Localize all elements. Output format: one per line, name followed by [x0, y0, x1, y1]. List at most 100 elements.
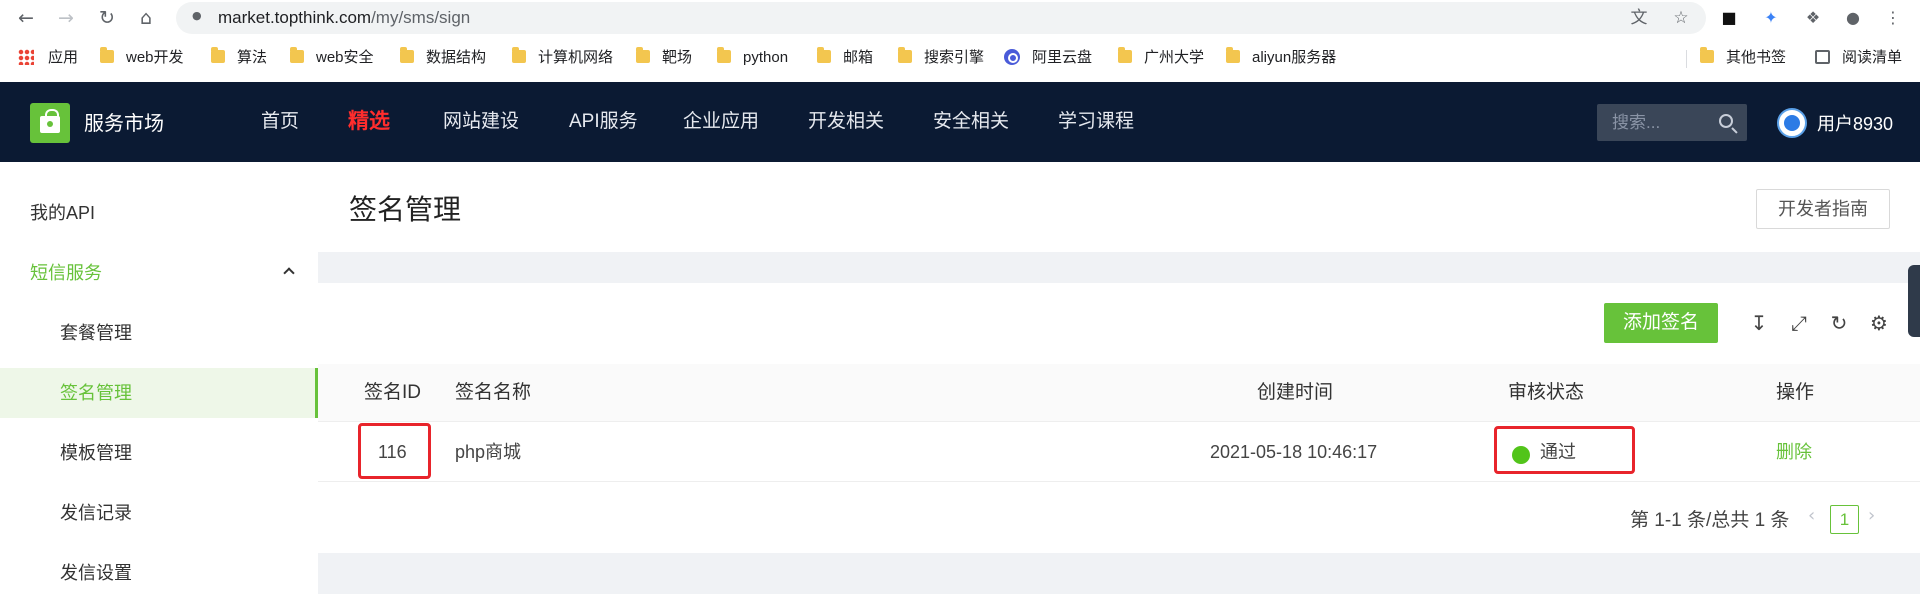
- column-header-status[interactable]: 审核状态: [1508, 364, 1584, 422]
- bookmark-label: 搜索引擎: [924, 49, 985, 66]
- nav-security[interactable]: 安全相关: [933, 82, 1009, 162]
- extension-icon[interactable]: ■: [1718, 7, 1740, 29]
- sidebar-item-signatures[interactable]: 签名管理: [0, 368, 318, 418]
- search-placeholder: 搜索...: [1612, 113, 1661, 132]
- home-icon[interactable]: ⌂: [134, 6, 158, 30]
- sidebar-item-my-api[interactable]: 我的API: [0, 188, 318, 238]
- sidebar-item-send-records[interactable]: 发信记录: [0, 488, 318, 538]
- pagination-summary: 第 1-1 条/总共 1 条: [1630, 510, 1790, 531]
- cloud-icon: [1004, 49, 1020, 65]
- folder-icon: [400, 47, 414, 63]
- reading-list-icon: [1815, 50, 1830, 64]
- bookmark-item[interactable]: web开发: [100, 42, 184, 74]
- reading-list[interactable]: 阅读清单: [1815, 42, 1902, 74]
- bookmark-item[interactable]: aliyun服务器: [1226, 42, 1336, 74]
- menu-kebab-icon[interactable]: ⋮: [1882, 7, 1904, 29]
- bookmark-item[interactable]: 邮箱: [817, 42, 873, 74]
- folder-icon: [290, 47, 304, 63]
- extensions-puzzle-icon[interactable]: ❖: [1802, 7, 1824, 29]
- bookmark-item[interactable]: 阿里云盘: [1004, 42, 1092, 74]
- bookmark-label: 应用: [48, 49, 79, 66]
- bookmark-item[interactable]: 数据结构: [400, 42, 486, 74]
- nav-enterprise-apps[interactable]: 企业应用: [683, 82, 759, 162]
- bookmark-apps[interactable]: 应用: [18, 42, 78, 74]
- bookmark-item[interactable]: 算法: [211, 42, 267, 74]
- folder-icon: [211, 47, 225, 63]
- bookmark-label: 广州大学: [1144, 49, 1205, 66]
- settings-gear-icon[interactable]: ⚙: [1868, 312, 1890, 334]
- address-bar[interactable]: ● market.topthink.com/my/sms/sign 文 ☆: [176, 2, 1706, 34]
- search-input[interactable]: 搜索...: [1597, 104, 1747, 141]
- bookmark-label: 算法: [237, 49, 268, 66]
- bookmark-label: web开发: [126, 49, 184, 66]
- profile-icon[interactable]: ●: [1842, 7, 1864, 29]
- folder-icon: [636, 47, 650, 63]
- extension-bird-icon[interactable]: ✦: [1760, 7, 1782, 29]
- folder-icon: [717, 47, 731, 63]
- site-name[interactable]: 服务市场: [84, 107, 164, 136]
- fullscreen-icon[interactable]: ⤢: [1788, 312, 1810, 334]
- folder-icon: [512, 47, 526, 63]
- bookmark-label: 邮箱: [843, 49, 874, 66]
- nav-courses[interactable]: 学习课程: [1058, 82, 1134, 162]
- bookmark-item[interactable]: 搜索引擎: [898, 42, 984, 74]
- table-row: [318, 422, 1920, 482]
- bookmark-label: 阿里云盘: [1032, 49, 1093, 66]
- translate-icon[interactable]: 文: [1628, 7, 1650, 29]
- refresh-icon[interactable]: ↻: [1828, 312, 1850, 334]
- shopping-bag-icon: [40, 109, 60, 133]
- bookmarks-bar: 应用 web开发 算法 web安全 数据结构 计算机网络 靶场 python 邮…: [0, 42, 1920, 74]
- side-widget-handle[interactable]: [1908, 265, 1920, 337]
- logo[interactable]: [30, 103, 70, 143]
- bookmark-item[interactable]: web安全: [290, 42, 374, 74]
- sidebar-item-templates[interactable]: 模板管理: [0, 428, 318, 478]
- nav-website-building[interactable]: 网站建设: [443, 82, 519, 162]
- sidebar-item-packages[interactable]: 套餐管理: [0, 308, 318, 358]
- bookmark-label: 其他书签: [1726, 49, 1787, 66]
- bookmarks-divider: [1686, 50, 1687, 68]
- developer-guide-button[interactable]: 开发者指南: [1756, 189, 1890, 229]
- nav-development[interactable]: 开发相关: [808, 82, 884, 162]
- page-number-current[interactable]: 1: [1830, 505, 1859, 534]
- column-header-created[interactable]: 创建时间: [1257, 364, 1333, 422]
- next-page-icon[interactable]: ›: [1868, 505, 1875, 526]
- sidebar-item-send-settings[interactable]: 发信设置: [0, 548, 318, 598]
- sidebar-group-label: 短信服务: [30, 263, 102, 283]
- folder-icon: [1226, 47, 1240, 63]
- column-header-action: 操作: [1776, 382, 1815, 403]
- folder-icon: [898, 47, 912, 63]
- apps-icon: [18, 49, 34, 65]
- column-header-name[interactable]: 签名名称: [455, 364, 531, 422]
- bookmark-star-icon[interactable]: ☆: [1670, 7, 1692, 29]
- sidebar-group-sms[interactable]: 短信服务: [0, 248, 318, 298]
- bookmark-other[interactable]: 其他书签: [1700, 42, 1786, 74]
- nav-home[interactable]: 首页: [261, 82, 299, 162]
- bookmark-item[interactable]: 广州大学: [1118, 42, 1204, 74]
- user-name[interactable]: 用户8930: [1817, 110, 1893, 136]
- table-header: [318, 364, 1920, 422]
- nav-featured[interactable]: 精选: [348, 82, 390, 162]
- column-header-id[interactable]: 签名ID: [364, 364, 421, 422]
- folder-icon: [817, 47, 831, 63]
- bookmark-item[interactable]: python: [717, 42, 788, 74]
- search-icon[interactable]: [1719, 114, 1733, 128]
- back-icon[interactable]: ←: [14, 6, 38, 30]
- chevron-up-icon: [283, 267, 295, 279]
- avatar[interactable]: [1777, 108, 1807, 138]
- delete-link[interactable]: 删除: [1776, 422, 1812, 482]
- bookmark-item[interactable]: 计算机网络: [512, 42, 613, 74]
- nav-api-services[interactable]: API服务: [569, 82, 638, 162]
- highlight-box-id: [358, 423, 431, 479]
- add-signature-button[interactable]: 添加签名: [1604, 303, 1718, 343]
- url-text[interactable]: market.topthink.com/my/sms/sign: [218, 2, 470, 34]
- bookmark-label: 阅读清单: [1842, 49, 1903, 66]
- reload-icon[interactable]: ↻: [95, 6, 119, 30]
- folder-icon: [100, 47, 114, 63]
- folder-icon: [1118, 47, 1132, 63]
- bookmark-item[interactable]: 靶场: [636, 42, 692, 74]
- forward-icon[interactable]: →: [54, 6, 78, 30]
- page-header: [318, 162, 1920, 252]
- density-icon[interactable]: ↧: [1748, 312, 1770, 334]
- url-host: market.topthink.com: [218, 8, 372, 27]
- prev-page-icon[interactable]: ‹: [1808, 505, 1815, 526]
